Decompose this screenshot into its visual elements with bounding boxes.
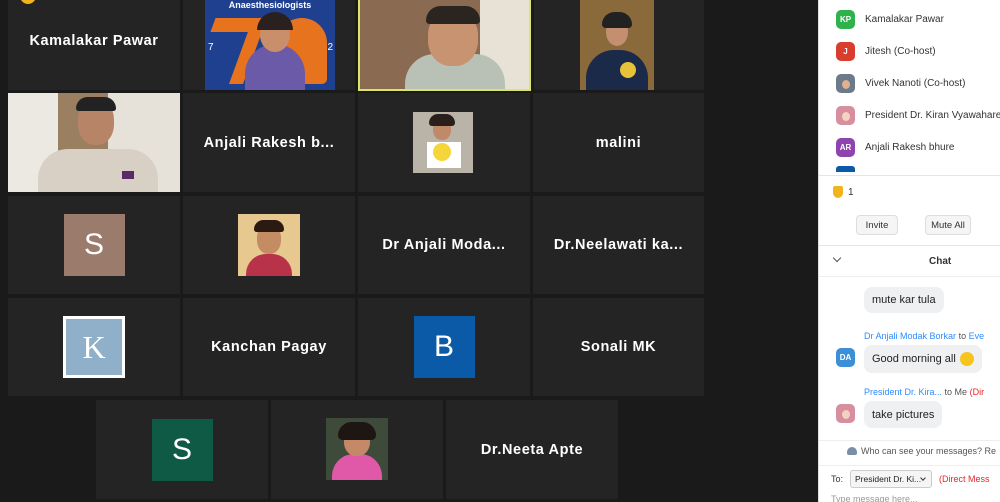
participant-name: President Dr. Kiran Vyawahare	[865, 109, 1000, 121]
participant-video	[360, 0, 529, 89]
divider	[819, 276, 1000, 277]
participant-video	[580, 0, 654, 90]
participant-avatar: KP	[836, 9, 855, 29]
initial-avatar: B	[413, 316, 475, 378]
chevron-down-icon[interactable]	[832, 253, 842, 263]
participant-name: Kamalakar Pawar	[29, 33, 159, 49]
video-tile-neeta-apte[interactable]: Dr.Neeta Apte	[446, 400, 618, 499]
participant-avatar: J	[836, 41, 855, 61]
participant-avatar-photo	[413, 112, 473, 173]
banner-text: Anaesthesiologists	[228, 0, 312, 10]
participant-item[interactable]: J Jitesh (Co-host)	[819, 36, 1000, 66]
sender-avatar: DA	[836, 348, 855, 367]
initial-avatar: S	[63, 214, 125, 276]
chat-input[interactable]: Type message here...	[831, 494, 918, 502]
video-tile-b-avatar[interactable]: B	[358, 298, 530, 396]
chat-message: Good morning all	[864, 345, 982, 373]
recipient-select[interactable]: President Dr. Ki...	[850, 470, 932, 488]
video-tile-woman-photo[interactable]	[183, 196, 355, 294]
chat-to-word: to	[958, 331, 967, 341]
recipient-value: President Dr. Ki...	[855, 474, 922, 484]
video-tile-sonali[interactable]: Sonali MK	[533, 298, 704, 396]
chat-message: mute kar tula	[864, 287, 944, 313]
participant-item[interactable]: Vivek Nanoti (Co-host)	[819, 68, 1000, 98]
participant-name: Anjali Rakesh b...	[203, 134, 335, 151]
video-tile-s-avatar[interactable]: S	[8, 196, 180, 294]
participant-avatar	[836, 73, 855, 93]
chat-to-word: to Me	[944, 387, 968, 397]
raised-hand-icon	[20, 0, 36, 4]
divider	[819, 245, 1000, 246]
participant-name: malini	[595, 134, 642, 151]
participant-name: Sonali MK	[580, 339, 657, 355]
initial-avatar: S	[151, 418, 213, 481]
participant-item[interactable]: President Dr. Kiran Vyawahare	[819, 100, 1000, 130]
to-label: To:	[831, 474, 844, 484]
video-tile-smiley-photo[interactable]	[358, 93, 530, 192]
participant-name: Dr.Neelawati ka...	[553, 237, 684, 253]
participant-avatar	[836, 105, 855, 125]
participant-name: Vivek Nanoti (Co-host)	[865, 77, 966, 89]
video-tile-active-speaker[interactable]	[358, 0, 531, 91]
participant-avatar: AR	[836, 137, 855, 157]
video-tile-anjali-modak[interactable]: Dr Anjali Moda...	[358, 196, 530, 294]
direct-message-tag: (Direct Mess	[939, 474, 990, 484]
participant-name: Dr.Neeta Apte	[480, 441, 584, 458]
sender-avatar	[836, 404, 855, 423]
direct-tag: (Dir	[969, 387, 985, 397]
mute-all-button[interactable]: Mute All	[925, 215, 971, 235]
raised-hands-row: 1	[833, 186, 854, 198]
chat-message-meta: President Dr. Kira... to Me (Dir	[864, 387, 984, 397]
video-tile-anjali-rakesh[interactable]: Anjali Rakesh b...	[183, 93, 355, 192]
participant-avatar-photo	[326, 418, 388, 480]
initial-avatar: K	[63, 316, 125, 378]
chat-message-text: Good morning all	[872, 353, 956, 365]
video-gallery: Kamalakar Pawar Anaesthesiologists 7 2 A…	[0, 0, 818, 502]
chat-header: Chat	[819, 252, 1000, 274]
participant-name: Dr Anjali Moda...	[382, 237, 506, 253]
banner-number-left: 7	[208, 42, 214, 53]
initial-letter: K	[66, 319, 122, 375]
smile-emoji-icon	[959, 352, 974, 366]
raised-hand-icon	[833, 186, 843, 198]
participant-avatar-photo	[238, 214, 300, 276]
video-tile-speaker-podium[interactable]	[534, 0, 704, 90]
people-icon	[847, 447, 857, 455]
video-tile-banner-speaker[interactable]: Anaesthesiologists 7 2	[183, 0, 355, 90]
video-tile-s-green-avatar[interactable]: S	[96, 400, 268, 499]
invite-button[interactable]: Invite	[856, 215, 898, 235]
participant-video: Anaesthesiologists 7 2	[205, 0, 335, 90]
next-participant-stub	[836, 166, 855, 172]
banner-number-right: 2	[327, 42, 333, 53]
video-tile-kanchan[interactable]: Kanchan Pagay	[183, 298, 355, 396]
chat-sender[interactable]: President Dr. Kira...	[864, 387, 942, 397]
participant-name: Jitesh (Co-host)	[865, 45, 936, 57]
divider	[819, 175, 1000, 176]
participant-name: Kanchan Pagay	[211, 339, 327, 355]
side-panel: KP Kamalakar Pawar J Jitesh (Co-host) Vi…	[818, 0, 1000, 502]
participant-item[interactable]: AR Anjali Rakesh bhure	[819, 132, 1000, 162]
participant-name: Anjali Rakesh bhure	[865, 141, 955, 153]
participant-video	[8, 93, 180, 192]
video-tile-woman-pink[interactable]	[271, 400, 443, 499]
chat-message: take pictures	[864, 401, 943, 428]
who-can-see-text: Who can see your messages? Re	[861, 446, 997, 456]
video-tile-kamalakar[interactable]: Kamalakar Pawar	[8, 0, 180, 90]
chat-message-meta: Dr Anjali Modak Borkar to Eve	[864, 331, 984, 341]
participant-name: Kamalakar Pawar	[865, 13, 944, 25]
divider	[819, 465, 1000, 466]
who-can-see-link[interactable]: Who can see your messages? Re	[847, 446, 996, 456]
chat-sender[interactable]: Dr Anjali Modak Borkar	[864, 331, 956, 341]
video-tile-neelawati[interactable]: Dr.Neelawati ka...	[533, 196, 704, 294]
chat-title: Chat	[929, 256, 952, 267]
chat-recipient: Eve	[968, 331, 985, 341]
participant-item[interactable]: KP Kamalakar Pawar	[819, 4, 1000, 34]
divider	[819, 440, 1000, 441]
raised-hand-count: 1	[848, 186, 854, 198]
video-tile-malini[interactable]: malini	[533, 93, 704, 192]
video-tile-k-avatar[interactable]: K	[8, 298, 180, 396]
video-tile-man-suit[interactable]	[8, 93, 180, 192]
